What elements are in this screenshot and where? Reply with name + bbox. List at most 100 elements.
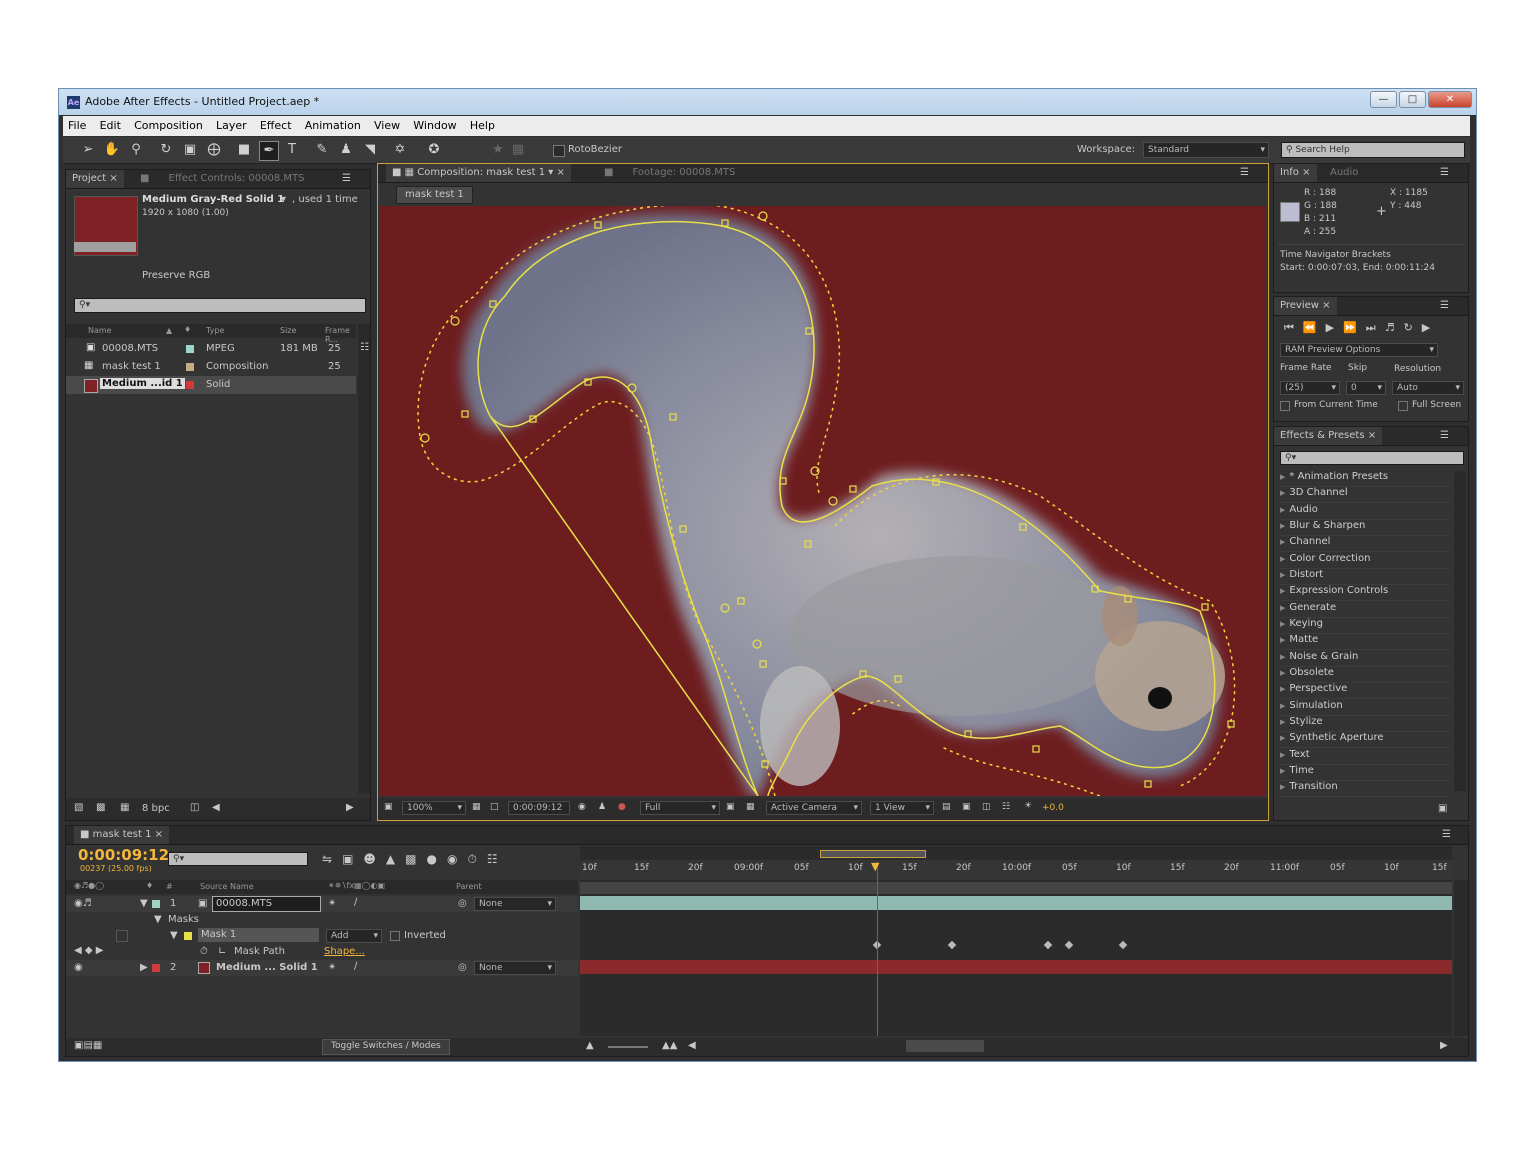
toggle-switches-modes-button[interactable]: Toggle Switches / Modes <box>322 1039 450 1055</box>
stopwatch-icon[interactable]: ☷ <box>487 852 508 866</box>
effects-search-input[interactable]: ⚲▾ <box>1280 451 1464 465</box>
project-search-input[interactable]: ⚲▾ <box>74 298 366 313</box>
timeline-scrollbar[interactable] <box>1454 880 1468 1036</box>
new-folder-icon[interactable]: ▩ <box>96 802 105 813</box>
column-type[interactable]: Type <box>206 326 224 335</box>
current-time-display[interactable]: 0:00:09:12 <box>78 846 169 864</box>
comp-mini-flowchart-icon[interactable]: ⇋ <box>322 852 342 866</box>
brush-tool-icon[interactable]: ✎ <box>313 141 331 159</box>
rotobezier-checkbox[interactable] <box>553 145 565 157</box>
timeline-icon[interactable]: ◫ <box>982 802 991 812</box>
graph-editor-icon[interactable]: ⏱ <box>467 852 486 866</box>
previous-frame-icon[interactable]: ⏪ <box>1303 321 1326 334</box>
menu-edit[interactable]: Edit <box>95 116 126 132</box>
skip-select[interactable]: 0 ▾ <box>1346 381 1386 395</box>
camera-select[interactable]: Active Camera ▾ <box>766 801 862 815</box>
bpc-label[interactable]: 8 bpc <box>142 803 170 814</box>
effects-category[interactable]: ▶ Simulation <box>1280 700 1450 716</box>
layer-name[interactable]: 00008.MTS <box>212 896 321 912</box>
column-size[interactable]: Size <box>280 326 296 335</box>
tab-preview[interactable]: Preview × <box>1274 297 1337 315</box>
layer-row[interactable]: ◉♬ ▼ 1 ▣ 00008.MTS ✴ ∕ ◎ None ▾ <box>66 896 578 912</box>
tab-audio[interactable]: Audio <box>1324 164 1364 182</box>
tab-effects-presets[interactable]: Effects & Presets × <box>1274 427 1383 445</box>
work-area-bar[interactable] <box>580 882 1452 894</box>
column-name[interactable]: Name <box>88 326 112 335</box>
effects-category[interactable]: ▶ Distort <box>1280 569 1450 585</box>
chevron-down-icon[interactable]: ▾ <box>281 194 286 205</box>
always-preview-icon[interactable]: ▣ <box>384 802 393 812</box>
effects-category[interactable]: ▶ Perspective <box>1280 683 1450 699</box>
grid-icon[interactable]: ▦ <box>472 802 481 812</box>
motion-blur-icon[interactable]: ▩ <box>405 852 426 866</box>
effects-category[interactable]: ▶ Noise & Grain <box>1280 651 1450 667</box>
magnification-select[interactable]: 100% ▾ <box>402 801 466 815</box>
effects-category[interactable]: ▶ Matte <box>1280 634 1450 650</box>
menu-file[interactable]: File <box>63 116 91 132</box>
effects-category[interactable]: ▶ Generate <box>1280 602 1450 618</box>
zoom-out-icon[interactable]: ▲ <box>586 1040 594 1051</box>
twirl-closed-icon[interactable]: ▶ <box>140 962 148 973</box>
frame-blend-icon[interactable]: ▲ <box>386 852 405 866</box>
full-screen-checkbox[interactable] <box>1398 401 1408 411</box>
time-graph[interactable]: 10f 15f 20f 09:00f 05f 10f 15f 20f 10:00… <box>580 846 1452 1036</box>
effects-category[interactable]: ▶ * Animation Presets <box>1280 471 1450 487</box>
show-snapshot-icon[interactable]: ♟ <box>598 802 606 812</box>
effects-category[interactable]: ▶ Channel <box>1280 536 1450 552</box>
layer-2-duration-bar[interactable] <box>580 960 1452 974</box>
eraser-tool-icon[interactable]: ◥ <box>361 141 379 159</box>
effects-category[interactable]: ▶ Obsolete <box>1280 667 1450 683</box>
first-frame-icon[interactable]: ⏮ <box>1284 321 1303 334</box>
table-row[interactable]: ▦ mask test 1 Composition 25 <box>66 358 356 376</box>
shy-icon[interactable]: ☻ <box>363 852 386 866</box>
mask-visibility-checkbox[interactable] <box>116 930 128 942</box>
last-frame-icon[interactable]: ⏭ <box>1366 321 1385 334</box>
maximize-button[interactable]: □ <box>1399 91 1426 108</box>
ram-preview-options-select[interactable]: RAM Preview Options ▾ <box>1280 343 1438 357</box>
panel-menu-icon[interactable]: ☰ <box>1434 427 1455 445</box>
keyframe[interactable] <box>947 940 957 950</box>
mask-color-swatch[interactable] <box>184 932 192 940</box>
twirl-open-icon[interactable]: ▼ <box>140 898 148 909</box>
keyframe[interactable] <box>1118 940 1128 950</box>
menu-animation[interactable]: Animation <box>300 116 366 132</box>
effects-category[interactable]: ▶ Time <box>1280 765 1450 781</box>
zoom-in-icon[interactable]: ▲▲ <box>662 1040 677 1051</box>
roto-brush-tool-icon[interactable]: ✡ <box>391 141 409 159</box>
scroll-left-icon[interactable]: ◀ <box>688 1040 696 1051</box>
tab-effect-controls[interactable]: ■ Effect Controls: 00008.MTS <box>134 170 310 188</box>
zoom-slider[interactable] <box>608 1046 648 1048</box>
twirl-open-icon[interactable]: ▼ <box>170 930 178 941</box>
resolution-select[interactable]: Auto ▾ <box>1392 381 1464 395</box>
brainstorm-icon[interactable]: ● <box>427 852 447 866</box>
new-preset-icon[interactable]: ▣ <box>1438 803 1447 814</box>
parent-select[interactable]: None ▾ <box>474 961 556 975</box>
flowchart-icon[interactable]: ☷ <box>360 342 369 353</box>
effects-category[interactable]: ▶ Text <box>1280 749 1450 765</box>
layer-1-duration-bar[interactable] <box>580 896 1452 910</box>
effects-category[interactable]: ▶ Keying <box>1280 618 1450 634</box>
menu-help[interactable]: Help <box>465 116 500 132</box>
panel-menu-icon[interactable]: ☰ <box>1434 164 1455 182</box>
mask-path-row[interactable]: ◀ ◆ ▶ ⏱ ∟ Mask Path Shape... <box>66 944 578 960</box>
parent-pickwhip-icon[interactable]: ◎ <box>458 962 467 973</box>
transparency-grid-icon[interactable]: ▦ <box>746 802 755 812</box>
playhead-icon[interactable]: ▼ <box>871 860 879 873</box>
panel-menu-icon[interactable]: ☰ <box>1234 164 1255 182</box>
exposure-icon[interactable]: ☀ <box>1024 801 1032 811</box>
mask-visibility-icon[interactable]: □ <box>490 802 499 812</box>
loop-icon[interactable]: ↻ <box>1404 321 1422 334</box>
workspace-select[interactable]: Standard ▾ <box>1143 142 1269 158</box>
selection-tool-icon[interactable]: ➢ <box>79 141 97 159</box>
effects-category[interactable]: ▶ Stylize <box>1280 716 1450 732</box>
resolution-select[interactable]: Full ▾ <box>640 801 720 815</box>
mask-row[interactable]: ▼ Mask 1 Add ▾ Inverted <box>66 928 578 944</box>
tab-timeline[interactable]: ■ mask test 1 × <box>74 826 169 844</box>
panel-menu-icon[interactable]: ☰ <box>1434 297 1455 315</box>
menu-view[interactable]: View <box>369 116 405 132</box>
effects-category[interactable]: ▶ Synthetic Aperture <box>1280 732 1450 748</box>
from-current-time-checkbox[interactable] <box>1280 401 1290 411</box>
next-frame-icon[interactable]: ⏩ <box>1343 321 1366 334</box>
current-time-field[interactable]: 0:00:09:12 <box>508 801 570 815</box>
layer-row[interactable]: ◉ ▶ 2 Medium ... Solid 1 ✴ ∕ ◎ None ▾ <box>66 960 578 976</box>
